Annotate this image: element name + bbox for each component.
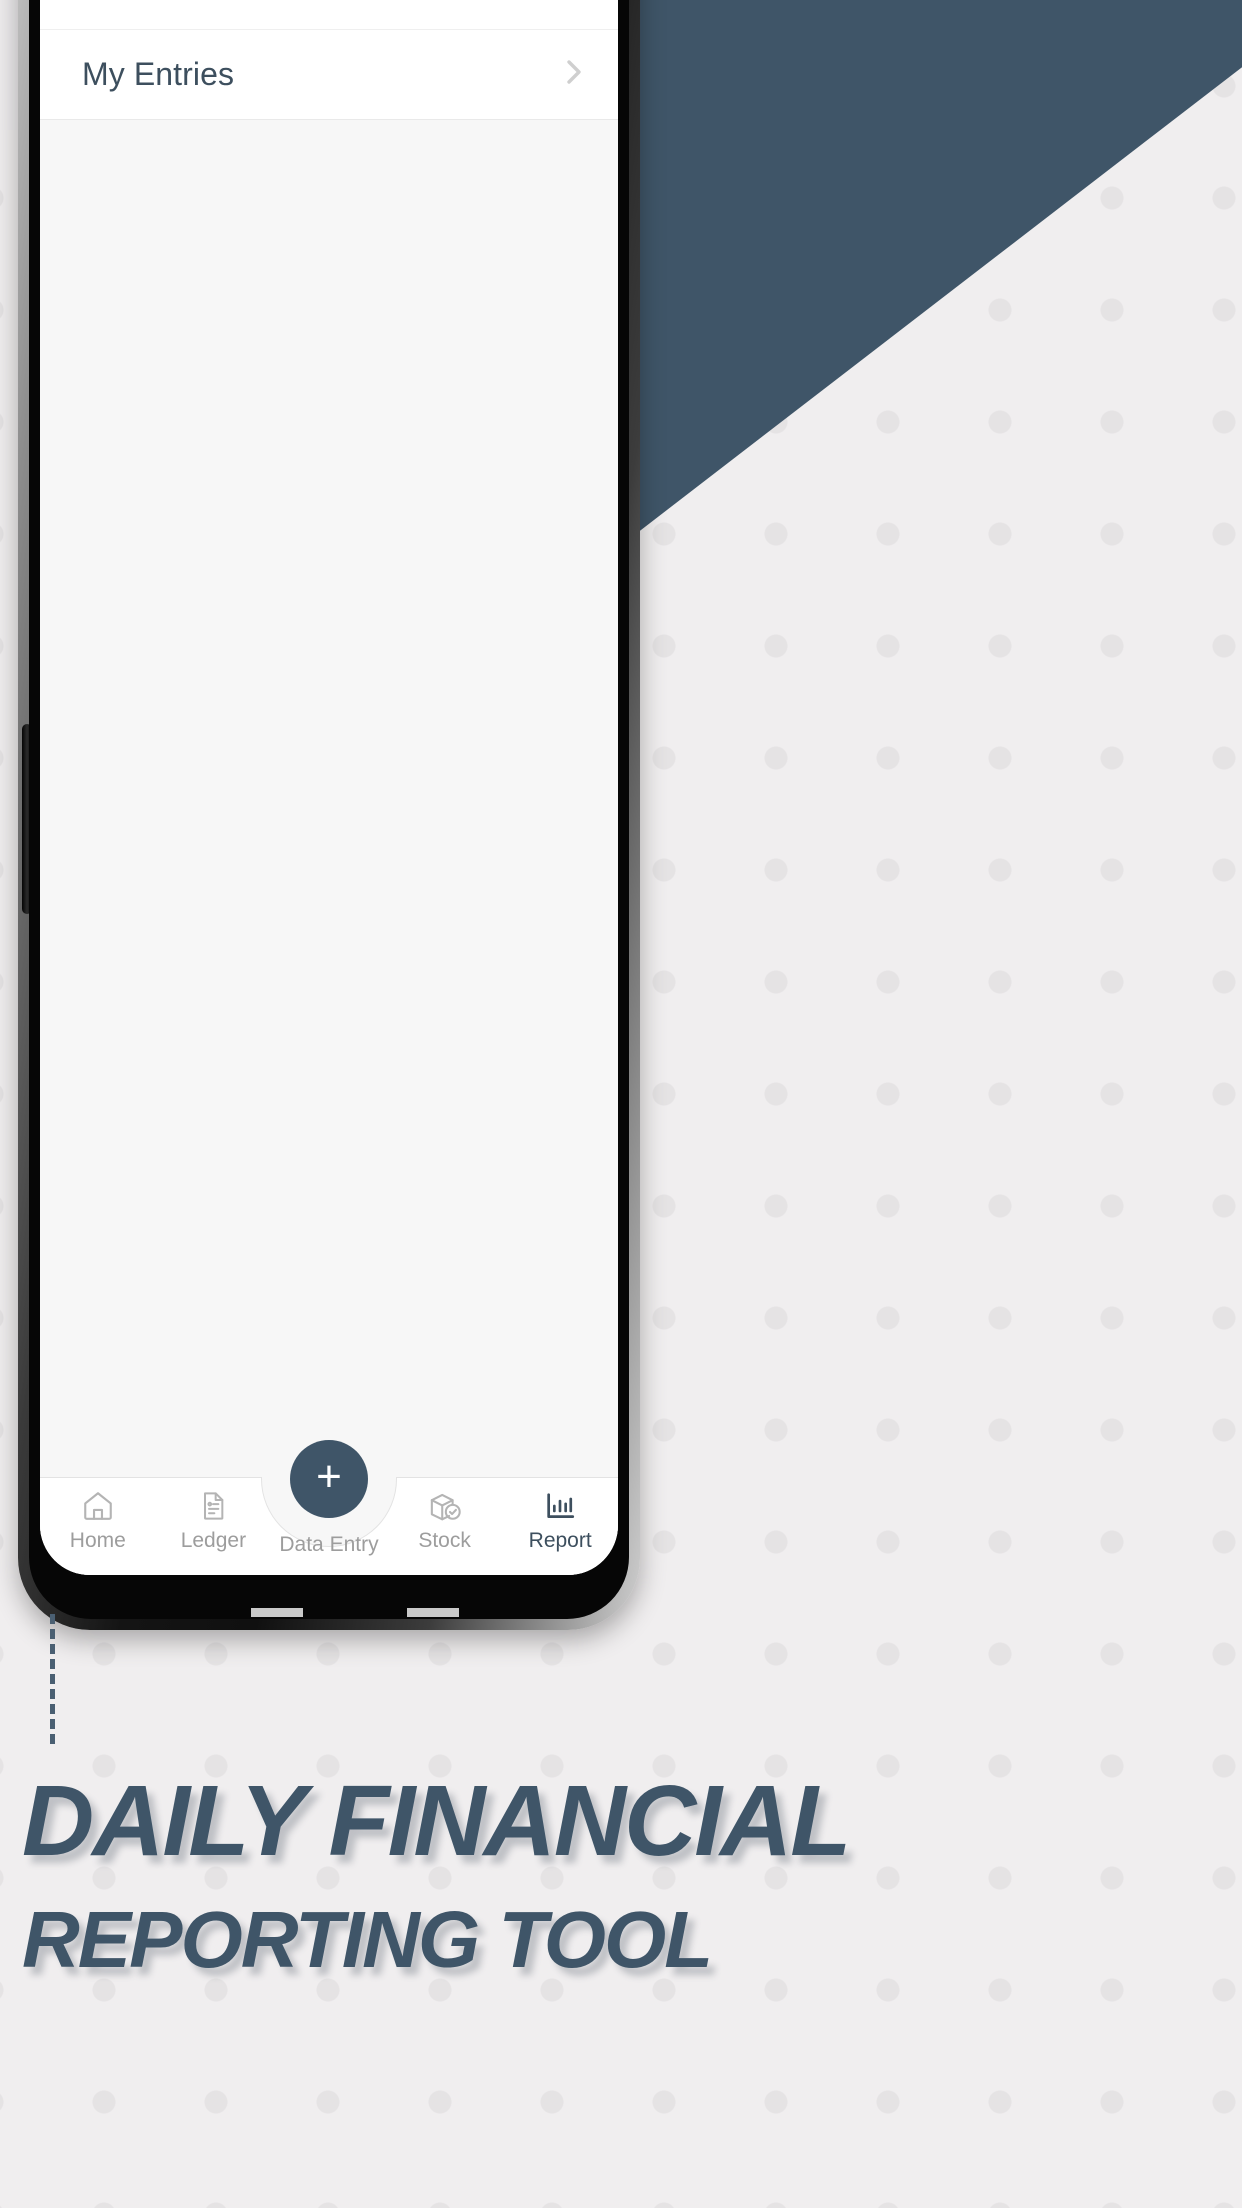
headline-line-2: REPORTING TOOL <box>22 1895 713 1984</box>
phone-bezel: 48:00:00 Day Book <box>29 0 629 1619</box>
list-item-my-entries[interactable]: My Entries <box>40 30 618 120</box>
list-item-label: My Entries <box>82 56 235 92</box>
nav-item-stock[interactable]: Stock <box>387 1489 503 1553</box>
list-item-label: Balance Sheet <box>82 0 562 3</box>
chevron-right-icon <box>562 0 586 7</box>
phone-mockup: 48:00:00 Day Book <box>18 0 640 1630</box>
list-item-balance-sheet[interactable]: Balance Sheet <box>40 0 618 30</box>
promo-headline: DAILY FINANCIAL REPORTING TOOL <box>22 1770 1222 1982</box>
chevron-right-icon <box>562 52 586 97</box>
bar-chart-icon <box>543 1489 577 1523</box>
dashed-connector-line <box>50 1614 55 1744</box>
nav-item-label: Home <box>69 1529 126 1552</box>
box-check-icon <box>427 1489 463 1523</box>
phone-screen: 48:00:00 Day Book <box>40 0 618 1575</box>
nav-item-ledger[interactable]: Ledger <box>156 1489 272 1553</box>
data-entry-fab-button[interactable]: + <box>290 1440 368 1518</box>
nav-item-label: Stock <box>418 1529 471 1552</box>
nav-item-label: Report <box>528 1529 592 1552</box>
bottom-navigation-bar: + Home Ledger Data Entry Stock Report <box>40 1440 618 1575</box>
document-icon <box>197 1489 229 1523</box>
phone-antenna-band-left <box>251 1608 303 1617</box>
plus-icon: + <box>316 1452 342 1501</box>
nav-item-report[interactable]: Report <box>502 1489 618 1553</box>
nav-item-home[interactable]: Home <box>40 1489 156 1553</box>
nav-item-label: Data Entry <box>279 1533 379 1556</box>
headline-line-1: DAILY FINANCIAL <box>22 1765 851 1877</box>
nav-item-label: Ledger <box>180 1529 247 1552</box>
app-viewport: 48:00:00 Day Book <box>40 0 618 1575</box>
home-icon <box>81 1489 115 1523</box>
report-list: Day Book Profit & Loss <box>40 0 618 120</box>
phone-antenna-band-right <box>407 1608 459 1617</box>
content-empty-area <box>40 120 618 1477</box>
